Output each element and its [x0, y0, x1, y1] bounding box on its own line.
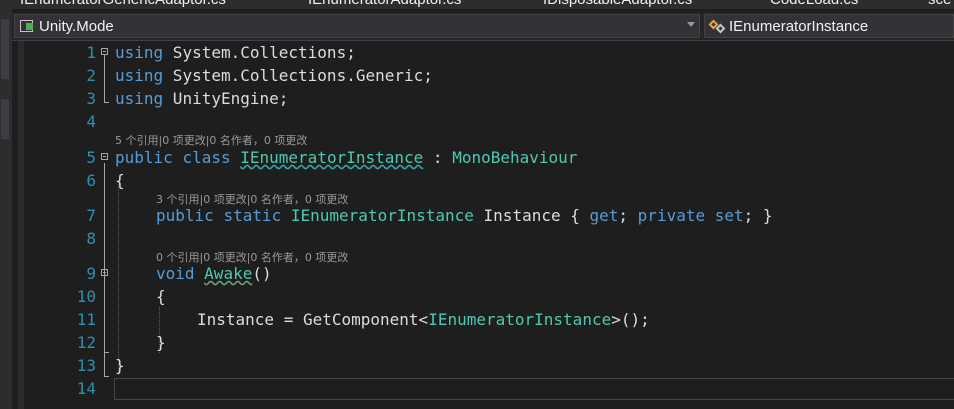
line-number: 8	[86, 229, 96, 248]
codelens-instance[interactable]: 3 个引用|0 项更改|0 名作者，0 项更改	[156, 191, 348, 206]
keyword: using	[115, 89, 164, 108]
keyword: using	[115, 43, 164, 62]
keyword: public	[115, 148, 173, 167]
keyword: class	[182, 148, 231, 167]
code-line: 10 {	[12, 285, 954, 308]
line-number: 1	[86, 43, 96, 62]
line-number: 5	[86, 148, 96, 167]
code-text: System.Collections;	[163, 43, 356, 62]
code-line: 11 Instance = GetComponent<IEnumeratorIn…	[12, 308, 954, 331]
tab-scene[interactable]: sce	[928, 0, 951, 8]
keyword: set	[714, 206, 744, 225]
class-name[interactable]: IEnumeratorInstance	[240, 148, 423, 167]
line-number: 7	[86, 206, 96, 225]
member-name: IEnumeratorInstance	[729, 17, 869, 35]
tool-window-tab[interactable]	[1, 19, 9, 79]
line-number: 6	[86, 171, 96, 190]
code-text: ()	[252, 264, 272, 283]
code-text: UnityEngine;	[163, 89, 289, 108]
keyword: get	[589, 206, 619, 225]
tool-window-tab[interactable]	[1, 99, 9, 139]
line-number: 9	[86, 264, 96, 283]
code-text: Instance {	[473, 206, 590, 225]
type-name[interactable]: MonoBehaviour	[452, 148, 577, 167]
line-number: 12	[76, 333, 96, 352]
type-name[interactable]: IEnumeratorInstance	[428, 310, 611, 329]
tab-ienumerator-adaptor[interactable]: IEnumeratorAdaptor.cs	[308, 0, 461, 8]
collapse-icon[interactable]	[101, 269, 108, 276]
line-number: 10	[76, 287, 96, 306]
tool-window-strip	[0, 9, 12, 409]
method-name[interactable]: Awake	[204, 264, 252, 283]
line-number: 4	[86, 112, 96, 131]
collapse-icon[interactable]	[101, 48, 108, 55]
chevron-down-icon[interactable]	[687, 22, 695, 27]
keyword: void	[156, 264, 195, 283]
code-text: >();	[611, 310, 650, 329]
code-line: 14	[12, 377, 954, 400]
code-text: }	[156, 333, 166, 352]
code-text: }	[115, 356, 125, 375]
code-text: ; }	[743, 206, 773, 225]
collapse-icon[interactable]	[101, 153, 108, 160]
code-line: 7 public static IEnumeratorInstance Inst…	[12, 204, 954, 227]
line-number: 2	[86, 66, 96, 85]
code-line: 3 using UnityEngine;	[12, 87, 954, 110]
project-name: Unity.Mode	[39, 17, 114, 35]
navigation-bar: Unity.Mode IEnumeratorInstance	[12, 12, 954, 41]
code-text: {	[156, 287, 166, 306]
code-text: ;	[618, 206, 638, 225]
code-line: 5 public class IEnumeratorInstance : Mon…	[12, 146, 954, 169]
line-number: 13	[76, 356, 96, 375]
codelens-awake[interactable]: 0 个引用|0 项更改|0 名作者，0 项更改	[156, 249, 348, 264]
tab-idisposable-adaptor[interactable]: IDisposableAdaptor.cs	[543, 0, 692, 8]
code-line: 2 using System.Collections.Generic;	[12, 64, 954, 87]
code-line: 13 }	[12, 354, 954, 377]
project-dropdown[interactable]: Unity.Mode	[14, 14, 700, 38]
code-editor[interactable]: 1 using System.Collections; 2 using Syst…	[12, 41, 954, 409]
project-icon	[19, 18, 35, 34]
code-line: 8	[12, 227, 954, 250]
code-text: :	[423, 148, 453, 167]
tab-codeload[interactable]: CodeLoad.cs	[770, 0, 858, 8]
tab-ienumerator-generic-adaptor[interactable]: IEnumeratorGenericAdaptor.cs	[20, 0, 226, 8]
keyword: public	[156, 206, 214, 225]
line-number: 11	[76, 310, 96, 329]
line-number: 14	[76, 379, 96, 398]
member-dropdown[interactable]: IEnumeratorInstance	[704, 14, 954, 38]
codelens-class[interactable]: 5 个引用|0 项更改|0 名作者，0 项更改	[115, 132, 307, 147]
keyword: static	[223, 206, 282, 225]
code-text: Instance = GetComponent<	[197, 310, 429, 329]
line-number: 3	[86, 89, 96, 108]
code-line: 12 }	[12, 331, 954, 354]
type-name[interactable]: IEnumeratorInstance	[291, 206, 474, 225]
keyword: using	[115, 66, 164, 85]
code-line: 4	[12, 110, 954, 133]
keyword: private	[637, 206, 706, 225]
file-tabs: IEnumeratorGenericAdaptor.cs IEnumerator…	[0, 0, 954, 9]
code-text: System.Collections.Generic;	[163, 66, 433, 85]
code-line: 9 void Awake()	[12, 262, 954, 285]
code-line: 1 using System.Collections;	[12, 41, 954, 64]
code-line: 6 {	[12, 169, 954, 192]
code-text: {	[115, 171, 125, 190]
class-icon	[708, 18, 726, 34]
